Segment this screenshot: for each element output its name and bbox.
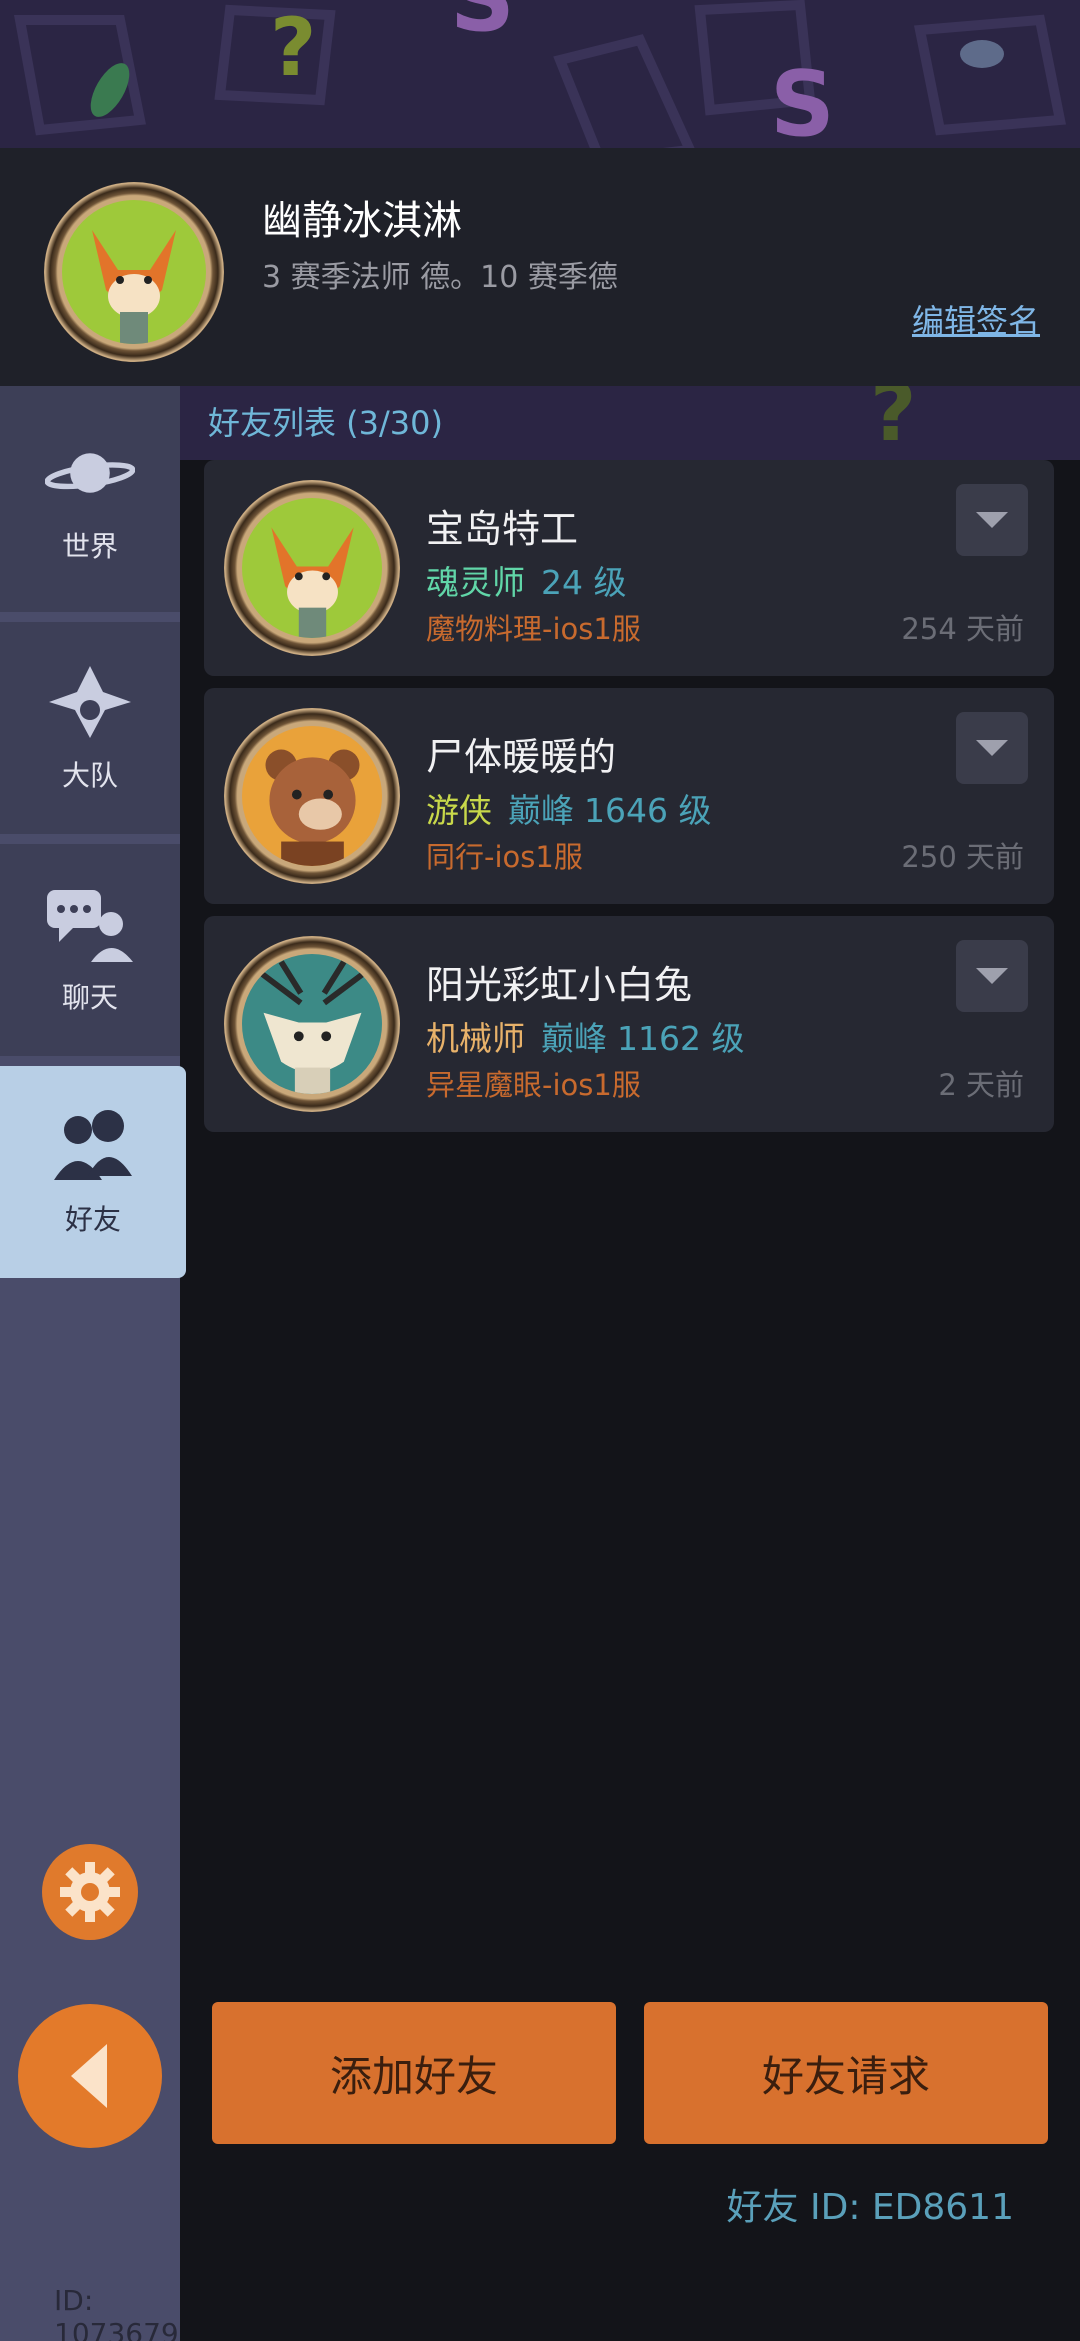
user-id: ID: 1073679	[54, 2284, 179, 2341]
player-name: 幽静冰淇淋	[262, 198, 462, 244]
friends-list-title: 好友列表 (3/30)	[208, 404, 444, 442]
friend-peak-label: 巅峰	[541, 1019, 607, 1058]
friend-id: 好友 ID: ED8611	[726, 2187, 1014, 2228]
friend-peak-label: 巅峰	[508, 791, 574, 830]
friend-class-level: 魂灵师 24 级	[426, 556, 626, 604]
friend-last-seen: 250 天前	[901, 840, 1024, 874]
friend-options-button[interactable]	[956, 940, 1028, 1012]
tab-friends-label: 好友	[64, 1203, 121, 1236]
friend-card[interactable]: 阳光彩虹小白兔 机械师 巅峰 1162 级 异星魔眼-ios1服 2 天前	[204, 916, 1054, 1132]
friend-server: 异星魔眼-ios1服	[426, 1068, 641, 1102]
fox-avatar	[241, 497, 383, 639]
player-avatar[interactable]	[44, 182, 224, 362]
tab-chat[interactable]: 聊天	[0, 844, 180, 1056]
cat-avatar	[241, 953, 383, 1095]
tab-world[interactable]: 世界	[0, 386, 180, 612]
tab-guild-label: 大队	[61, 759, 118, 792]
sidebar: 世界 大队 聊天 好友 ID: 1073679	[0, 386, 186, 2341]
friend-requests-button[interactable]: 好友请求	[644, 2002, 1048, 2144]
svg-text:?: ?	[270, 1, 316, 94]
chevron-down-icon	[976, 512, 1008, 528]
friend-class: 魂灵师	[426, 563, 525, 602]
friend-class: 游侠	[426, 791, 492, 830]
friend-class-level: 机械师 巅峰 1162 级	[426, 1012, 744, 1060]
friend-name: 阳光彩虹小白兔	[426, 963, 693, 1007]
friend-card[interactable]: 尸体暖暖的 游侠 巅峰 1646 级 同行-ios1服 250 天前	[204, 688, 1054, 904]
edit-signature-link[interactable]: 编辑签名	[912, 296, 1040, 342]
back-button[interactable]	[18, 2004, 162, 2148]
tab-world-label: 世界	[61, 530, 118, 563]
friend-card[interactable]: 宝岛特工 魂灵师 24 级 魔物料理-ios1服 254 天前	[204, 460, 1054, 676]
friend-level: 1162 级	[617, 1019, 745, 1058]
friend-last-seen: 2 天前	[938, 1068, 1024, 1102]
player-signature: 3 赛季法师 德。10 赛季德	[262, 260, 618, 295]
chat-icon	[45, 884, 135, 964]
svg-text:S: S	[770, 52, 835, 157]
back-arrow-icon	[71, 2044, 107, 2108]
friend-avatar	[224, 708, 400, 884]
fox-avatar	[62, 200, 206, 344]
add-friend-button[interactable]: 添加好友	[212, 2002, 616, 2144]
friend-avatar	[224, 936, 400, 1112]
friend-class-level: 游侠 巅峰 1646 级	[426, 784, 711, 832]
tab-guild[interactable]: 大队	[0, 622, 180, 834]
settings-button[interactable]	[42, 1844, 138, 1940]
friend-level: 24 级	[541, 563, 627, 602]
friend-last-seen: 254 天前	[901, 612, 1024, 646]
friend-class: 机械师	[426, 1019, 525, 1058]
tab-chat-label: 聊天	[61, 981, 118, 1014]
friends-icon	[48, 1106, 138, 1186]
friend-level: 1646 级	[584, 791, 712, 830]
profile-header: 幽静冰淇淋 3 赛季法师 德。10 赛季德 编辑签名	[0, 148, 1080, 386]
svg-text:S: S	[450, 0, 515, 52]
friend-name: 宝岛特工	[426, 507, 579, 551]
bear-avatar	[241, 725, 383, 867]
guild-emblem-icon	[45, 662, 135, 742]
friend-options-button[interactable]	[956, 712, 1028, 784]
planet-icon	[45, 433, 135, 513]
chevron-down-icon	[976, 968, 1008, 984]
friend-options-button[interactable]	[956, 484, 1028, 556]
friend-name: 尸体暖暖的	[426, 735, 617, 779]
friend-server: 同行-ios1服	[426, 840, 583, 874]
chevron-down-icon	[976, 740, 1008, 756]
tab-friends[interactable]: 好友	[0, 1066, 186, 1278]
gear-icon	[60, 1862, 120, 1922]
friend-avatar	[224, 480, 400, 656]
friend-server: 魔物料理-ios1服	[426, 612, 641, 646]
